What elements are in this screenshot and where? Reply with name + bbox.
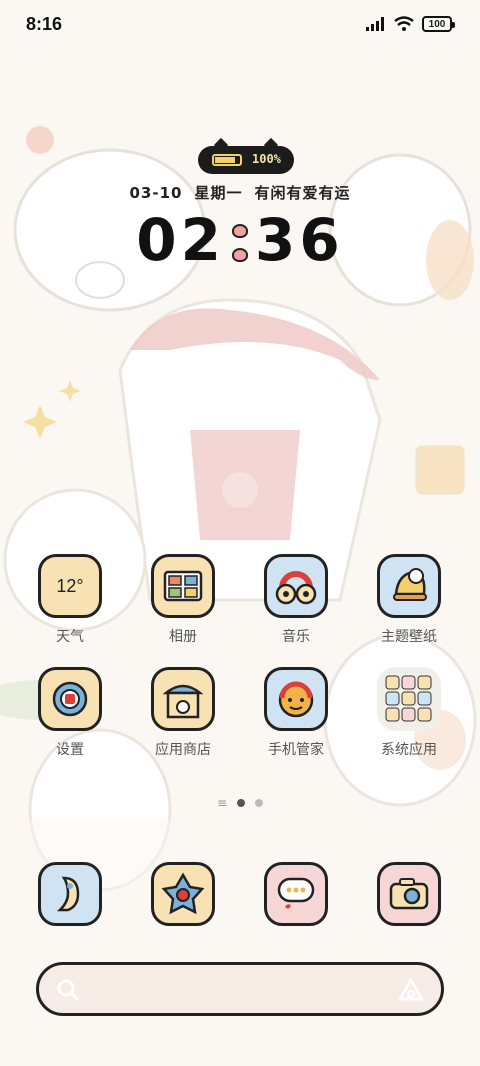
app-music[interactable]: 音乐 [240,554,352,646]
widget-slogan: 有闲有爱有运 [254,184,351,202]
app-label: 应用商店 [155,742,211,758]
widget-date: 03-10 [129,184,183,202]
clock-hours: 02 [136,206,225,274]
dock-camera[interactable] [353,862,465,926]
app-label: 手机管家 [268,742,324,758]
widget-weekday: 星期一 [194,184,243,202]
cat-ear-right-icon [263,137,279,153]
dock-messages[interactable] [240,862,352,926]
status-icons: 100 [366,16,455,32]
app-phone-manager[interactable]: 手机管家 [240,667,352,759]
app-photo-album[interactable]: 相册 [127,554,239,646]
page-indicator[interactable]: ≡ [0,796,480,810]
theme-wallpaper-icon [377,554,441,618]
app-label: 系统应用 [381,742,437,758]
signal-icon [366,17,384,31]
messages-icon [264,862,328,926]
battery-pill: 100% [198,137,294,174]
dock-browser[interactable] [127,862,239,926]
battery-percent: 100% [252,152,281,166]
battery-icon: 100 [422,16,455,32]
paw-colon-icon [225,220,255,268]
settings-icon [38,667,102,731]
clock-minutes: 36 [255,206,344,274]
folder-system-apps[interactable]: 系统应用 [353,667,465,759]
phone-manager-icon [264,667,328,731]
app-label: 主题壁纸 [381,629,437,645]
app-label: 相册 [169,629,197,645]
app-store-icon [151,667,215,731]
photo-album-icon [151,554,215,618]
app-label: 音乐 [282,629,310,645]
page-dot [255,799,264,807]
dock-phone[interactable] [14,862,126,926]
menu-lines-icon: ≡ [216,796,228,810]
page-dot-current [237,799,246,807]
app-app-store[interactable]: 应用商店 [127,667,239,759]
battery-bar-icon [212,154,242,166]
system-apps-folder-icon [377,667,441,731]
battery-level: 100 [428,18,446,30]
app-theme-wallpaper[interactable]: 主题壁纸 [353,554,465,646]
status-bar: 8:16 100 [0,0,480,50]
weather-temp: 12° [56,575,84,596]
app-settings[interactable]: 设置 [14,667,126,759]
music-icon [264,554,328,618]
cat-ear-left-icon [213,137,229,153]
clock-widget[interactable]: 100% 03-10 星期一 有闲有爱有运 02 36 [0,137,480,280]
wifi-icon [394,16,414,31]
app-weather[interactable]: 12° 天气 [14,554,126,646]
widget-clock: 02 36 [0,206,480,274]
phone-icon [38,862,102,926]
camera-icon [377,862,441,926]
status-time: 8:16 [26,14,63,34]
search-icon [57,979,79,1001]
browser-icon [151,862,215,926]
assistant-icon[interactable] [397,977,425,1003]
weather-icon: 12° [38,554,102,618]
app-label: 天气 [56,629,84,645]
app-label: 设置 [56,742,84,758]
widget-date-line: 03-10 星期一 有闲有爱有运 [0,182,480,203]
search-bar[interactable] [36,962,444,1016]
